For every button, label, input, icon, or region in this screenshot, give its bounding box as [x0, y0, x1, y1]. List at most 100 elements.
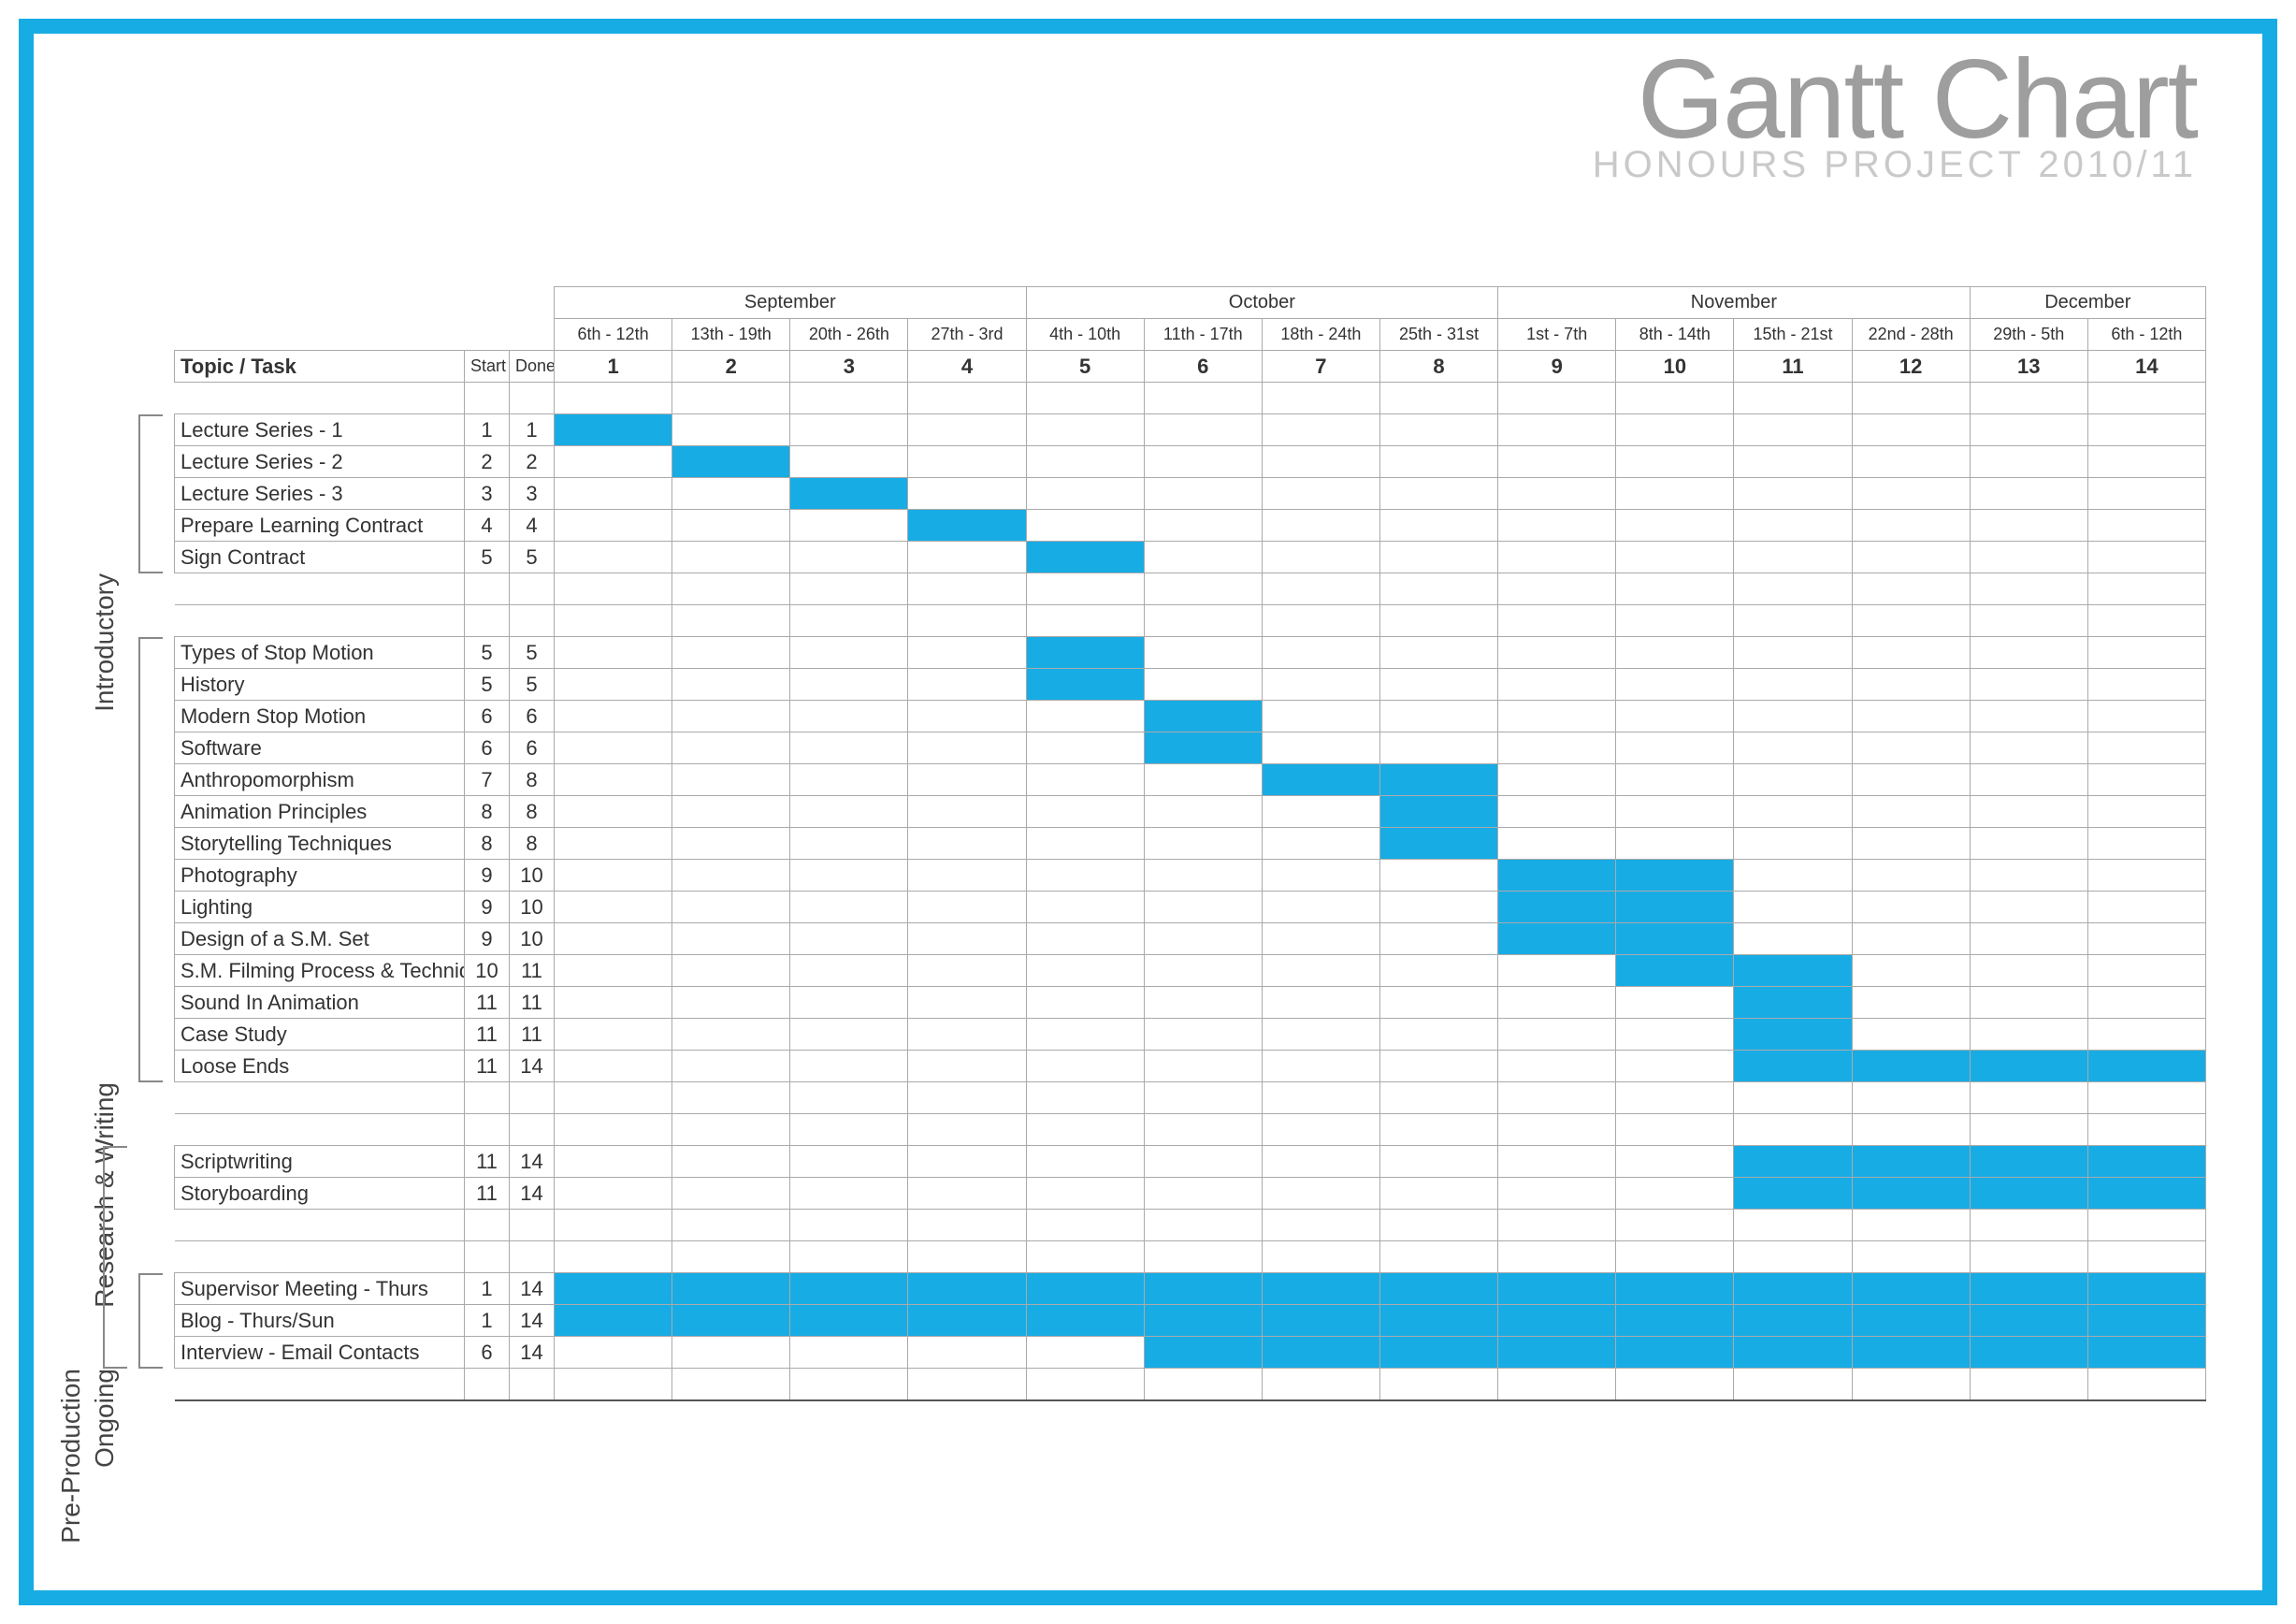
gantt-cell	[1734, 510, 1852, 542]
gantt-cell	[790, 796, 908, 828]
gantt-cell	[1616, 1273, 1734, 1305]
task-name: Loose Ends	[175, 1051, 465, 1082]
gantt-cell	[1498, 1146, 1616, 1178]
gantt-cell	[790, 446, 908, 478]
col-task: Topic / Task	[175, 351, 465, 383]
title-block: Gantt Chart HONOURS PROJECT 2010/11	[1593, 43, 2197, 183]
gantt-cell	[555, 923, 672, 955]
gantt-cell	[1262, 1273, 1379, 1305]
gantt-cell	[908, 796, 1026, 828]
task-start: 7	[465, 764, 510, 796]
gantt-cell	[1852, 1178, 1970, 1210]
gantt-cell	[1616, 414, 1734, 446]
gantt-cell	[908, 1337, 1026, 1369]
gantt-cell	[672, 1305, 790, 1337]
task-done: 11	[510, 1019, 555, 1051]
gantt-cell	[790, 637, 908, 669]
gantt-cell	[790, 987, 908, 1019]
spacer-row	[175, 1082, 2206, 1114]
gantt-cell	[1379, 732, 1497, 764]
gantt-cell	[1970, 414, 2087, 446]
task-row: Modern Stop Motion66	[175, 701, 2206, 732]
gantt-cell	[1734, 1337, 1852, 1369]
task-done: 14	[510, 1051, 555, 1082]
gantt-body: Lecture Series - 111Lecture Series - 222…	[175, 383, 2206, 1432]
gantt-cell	[1734, 542, 1852, 573]
week-dates: 29th - 5th	[1970, 319, 2087, 351]
gantt-cell	[790, 701, 908, 732]
gantt-cell	[2087, 828, 2205, 860]
gantt-cell	[1379, 1337, 1497, 1369]
gantt-cell	[1734, 1305, 1852, 1337]
week-dates: 1st - 7th	[1498, 319, 1616, 351]
task-row: Animation Principles88	[175, 796, 2206, 828]
gantt-cell	[1144, 478, 1262, 510]
group-bracket	[138, 1273, 163, 1369]
gantt-cell	[1026, 1337, 1144, 1369]
task-done: 14	[510, 1146, 555, 1178]
gantt-cell	[1734, 796, 1852, 828]
task-start: 6	[465, 732, 510, 764]
gantt-cell	[1970, 637, 2087, 669]
gantt-cell	[1616, 732, 1734, 764]
gantt-cell	[1026, 414, 1144, 446]
gantt-cell	[672, 637, 790, 669]
week-dates: 22nd - 28th	[1852, 319, 1970, 351]
gantt-cell	[555, 669, 672, 701]
week-dates: 18th - 24th	[1262, 319, 1379, 351]
gantt-cell	[908, 892, 1026, 923]
gantt-cell	[672, 764, 790, 796]
gantt-cell	[908, 923, 1026, 955]
gantt-cell	[1026, 542, 1144, 573]
gantt-cell	[908, 987, 1026, 1019]
gantt-cell	[2087, 1337, 2205, 1369]
task-done: 1	[510, 414, 555, 446]
gantt-cell	[1498, 732, 1616, 764]
gantt-cell	[555, 828, 672, 860]
gantt-cell	[1262, 1146, 1379, 1178]
gantt-cell	[1734, 1146, 1852, 1178]
gantt-cell	[672, 1273, 790, 1305]
gantt-cell	[1262, 1305, 1379, 1337]
gantt-cell	[1734, 923, 1852, 955]
gantt-cell	[1026, 923, 1144, 955]
gantt-cell	[1616, 542, 1734, 573]
gantt-cell	[1379, 828, 1497, 860]
gantt-cell	[555, 1019, 672, 1051]
task-done: 10	[510, 923, 555, 955]
gantt-cell	[908, 860, 1026, 892]
gantt-cell	[908, 542, 1026, 573]
gantt-cell	[1970, 1305, 2087, 1337]
gantt-cell	[555, 764, 672, 796]
week-number: 4	[908, 351, 1026, 383]
gantt-cell	[1616, 1019, 1734, 1051]
gantt-cell	[1026, 987, 1144, 1019]
task-row: Storytelling Techniques88	[175, 828, 2206, 860]
gantt-cell	[1616, 892, 1734, 923]
gantt-cell	[555, 1146, 672, 1178]
task-row: Lighting910	[175, 892, 2206, 923]
gantt-cell	[1144, 1305, 1262, 1337]
gantt-cell	[672, 1337, 790, 1369]
task-start: 1	[465, 1305, 510, 1337]
gantt-cell	[672, 1146, 790, 1178]
gantt-cell	[1379, 764, 1497, 796]
gantt-cell	[1852, 510, 1970, 542]
task-start: 5	[465, 542, 510, 573]
col-start: Start	[465, 351, 510, 383]
task-name: Sign Contract	[175, 542, 465, 573]
gantt-cell	[1498, 1051, 1616, 1082]
gantt-cell	[1144, 796, 1262, 828]
gantt-cell	[1852, 923, 1970, 955]
gantt-cell	[1616, 478, 1734, 510]
gantt-cell	[672, 892, 790, 923]
task-name: Supervisor Meeting - Thurs	[175, 1273, 465, 1305]
gantt-cell	[790, 1273, 908, 1305]
gantt-cell	[555, 796, 672, 828]
gantt-cell	[1026, 669, 1144, 701]
task-name: S.M. Filming Process & Techniques	[175, 955, 465, 987]
gantt-cell	[2087, 1273, 2205, 1305]
gantt-cell	[555, 860, 672, 892]
gantt-cell	[908, 637, 1026, 669]
gantt-cell	[1852, 414, 1970, 446]
